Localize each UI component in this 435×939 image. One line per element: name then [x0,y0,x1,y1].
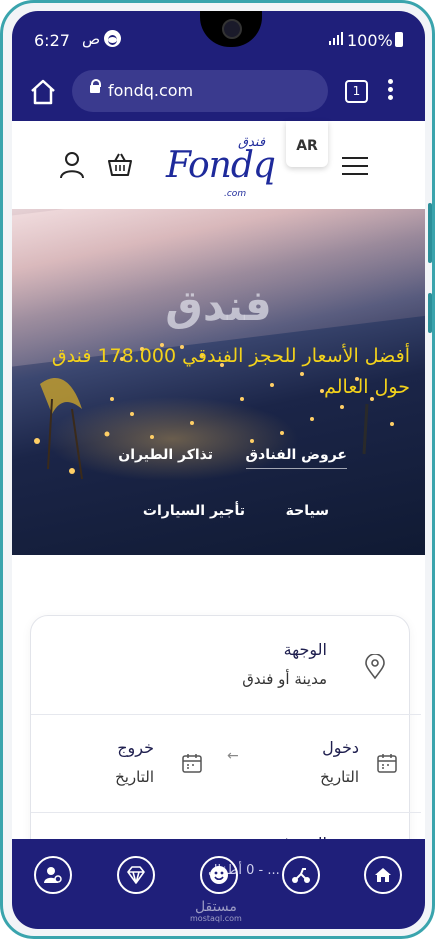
checkin-label: دخول [322,738,359,757]
battery-icon [395,32,403,47]
arrow-left-icon: ← [227,748,239,764]
logo-suffix: .com [224,189,247,199]
hero-title: فندق [165,281,272,330]
site-header: فندق Fondq .com AR [12,121,425,211]
calendar-icon [377,754,397,773]
checkout-label: خروج [117,738,154,757]
tabs-button[interactable]: 1 [345,80,368,103]
divider [31,714,421,715]
hero-subtitle: أفضل الأسعار للحجز الفندقي 178.000 فندق … [51,345,410,398]
destination-placeholder: مدينة أو فندق [242,670,327,688]
logo-text: Fondq [166,145,276,186]
divider [31,812,421,813]
basket-icon[interactable] [106,151,134,179]
phone-screen: 6:27 ص 100% fondq.com 1 فندق Fondq .com … [12,11,425,929]
destination-label: الوجهة [283,640,327,659]
home-icon[interactable] [28,77,58,107]
site-logo[interactable]: فندق Fondq .com [160,133,278,199]
hero-link-tourism[interactable]: سياحة [286,503,329,519]
hero-link-car-rental[interactable]: تأجير السيارات [143,503,245,519]
watermark-logo: مستقل mostaql.com [190,899,242,923]
status-ampm: ص [82,30,101,48]
power-button [428,293,432,333]
nav-offers[interactable] [200,856,238,894]
calendar-icon [182,754,202,773]
checkin-placeholder: التاريخ [320,768,359,786]
language-button[interactable]: AR [286,121,328,167]
signal-icon [329,32,343,45]
hero-banner: فندق أفضل الأسعار للحجز الفندقي 178.000 … [12,209,425,555]
nav-home[interactable] [364,856,402,894]
user-icon[interactable] [59,151,85,179]
scooter-icon [292,868,310,883]
nav-rentals[interactable] [282,856,320,894]
user-settings-icon [44,867,62,883]
phone-frame: 6:27 ص 100% fondq.com 1 فندق Fondq .com … [0,0,435,939]
status-bar: 6:27 ص 100% [12,11,425,63]
browser-menu-icon[interactable] [388,79,394,103]
bottom-navigation: ... - 0 أطفال مستقل mostaql.com [12,839,425,929]
nav-premium[interactable] [117,856,155,894]
smiley-icon [210,866,228,884]
spotify-icon [104,30,121,47]
checkout-placeholder: التاريخ [115,768,154,786]
url-bar[interactable]: fondq.com [72,70,328,112]
location-pin-icon [365,654,385,680]
hero-link-hotel-offers[interactable]: عروض الفنادق [245,447,347,469]
camera-notch [200,11,262,47]
hamburger-menu-icon[interactable] [342,157,368,177]
status-time: 6:27 [34,31,70,50]
lock-icon [90,79,101,93]
nav-account-settings[interactable] [34,856,72,894]
url-text: fondq.com [108,81,194,100]
volume-button [428,203,432,263]
diamond-icon [127,866,145,884]
hero-link-flights[interactable]: تذاكر الطيران [118,447,213,463]
home-icon [375,868,391,882]
battery-percent: 100% [347,31,393,50]
browser-toolbar: fondq.com 1 [12,63,425,121]
